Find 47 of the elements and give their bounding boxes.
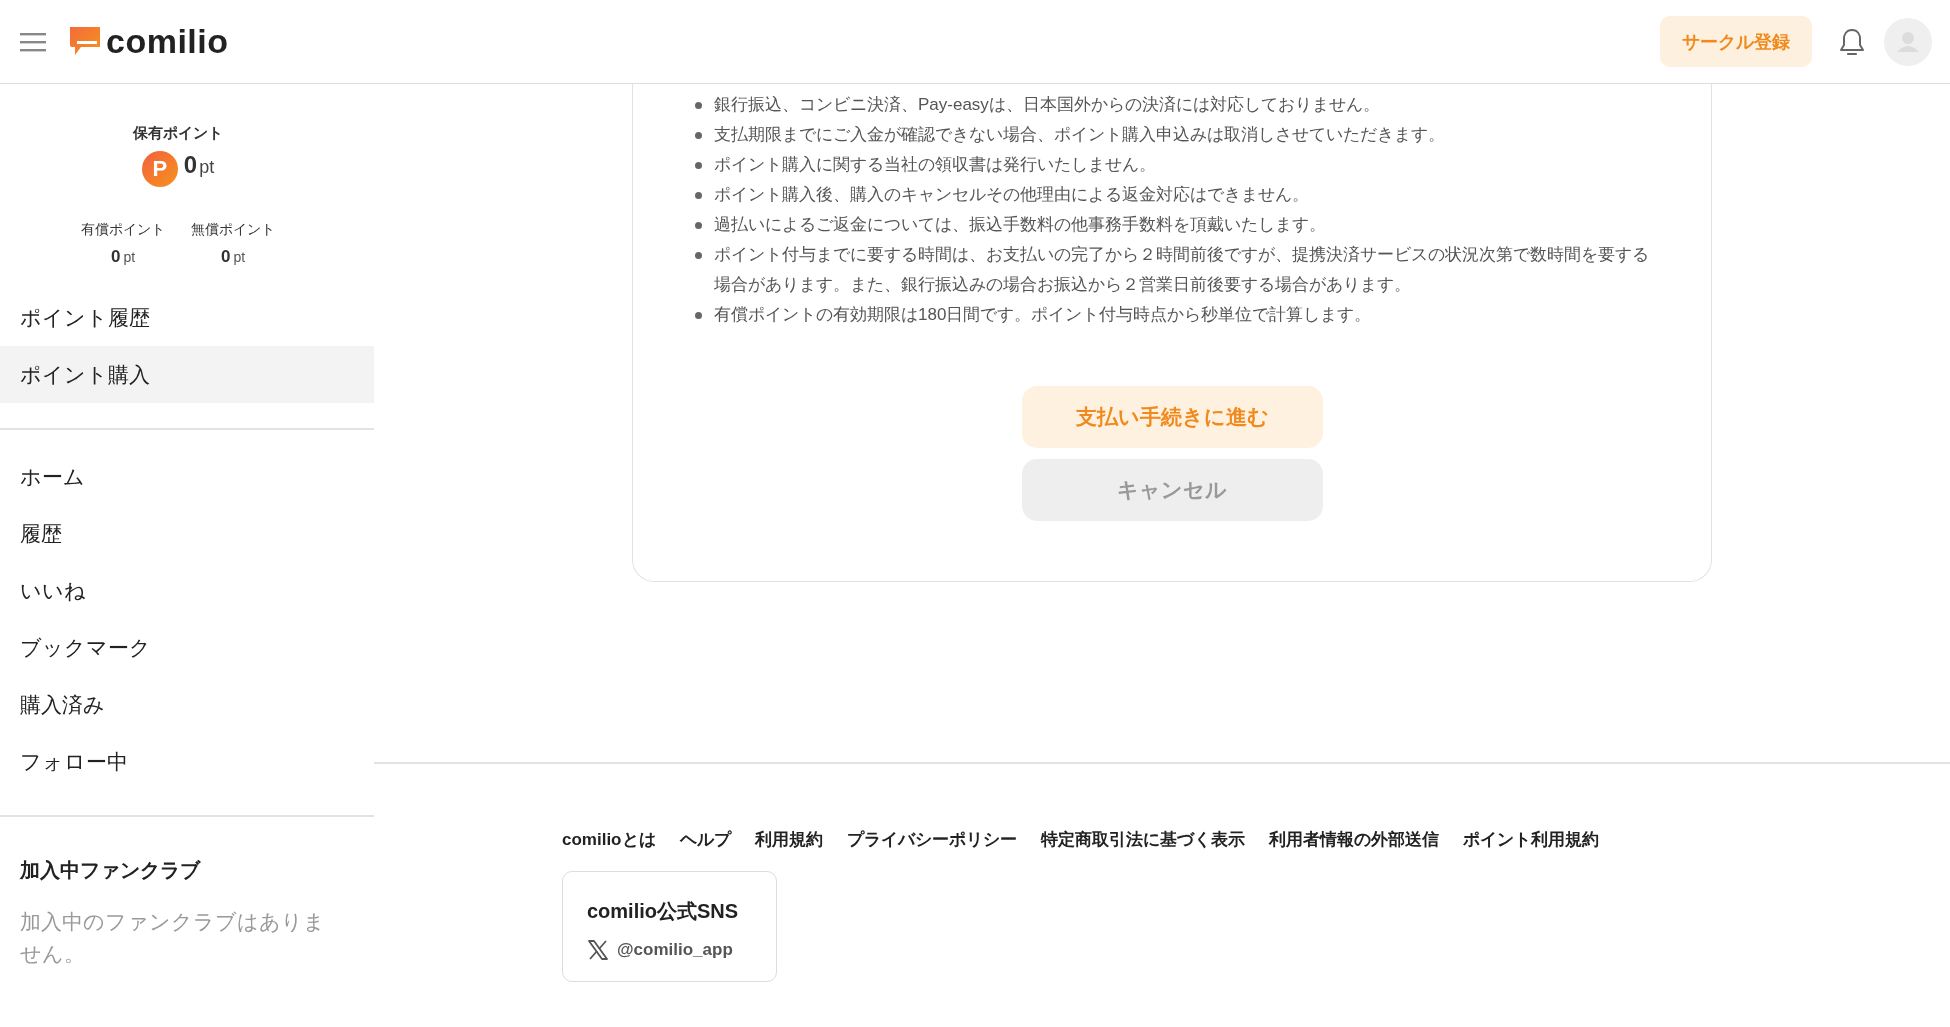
x-logo-icon (587, 939, 609, 961)
fanclub-empty-text: 加入中のファンクラブはありません。 (20, 909, 326, 967)
sidebar-item[interactable]: ホーム (0, 448, 374, 505)
sns-title: comilio公式SNS (587, 899, 740, 924)
note-text: ポイント購入後、購入のキャンセルその他理由による返金対応はできません。 (714, 184, 1309, 206)
sub-points-unit: pt (123, 249, 136, 265)
sub-points-value: 0 (110, 247, 121, 267)
note-text: 支払期限までにご入金が確認できない場合、ポイント購入申込みは取消しさせていただきます。 (714, 124, 1445, 146)
sidebar-item[interactable]: いいね (0, 562, 374, 619)
bullet-icon (695, 192, 702, 199)
sub-points-label: 無償ポイント (191, 221, 275, 239)
bullet-icon (695, 102, 702, 109)
footer-link[interactable]: 利用規約 (754, 828, 823, 851)
bullet-icon (695, 162, 702, 169)
bullet-icon (695, 222, 702, 229)
notification-bell-icon[interactable] (1838, 26, 1866, 57)
note-text: ポイント付与までに要する時間は、お支払いの完了から２時間前後ですが、提携決済サービスの状況次第で数時間を要する場合があります。また、銀行振込みの場合お振込から２営業日前後要する場合があります。 (714, 244, 1650, 296)
note-text: 銀行振込、コンビニ決済、Pay-easyは、日本国外からの決済には対応しておりません。 (714, 94, 1380, 116)
footer-link[interactable]: プライバシーポリシー (846, 828, 1017, 851)
footer-link[interactable]: 利用者情報の外部送信 (1268, 828, 1439, 851)
sub-points-value: 0 (220, 247, 231, 267)
note-text: ポイント購入に関する当社の領収書は発行いたしません。 (714, 154, 1156, 176)
sidebar-item[interactable]: フォロー中 (0, 733, 374, 790)
note-text: 過払いによるご返金については、振込手数料の他事務手数料を頂戴いたします。 (714, 214, 1326, 236)
sidebar-item[interactable]: 購入済み (0, 676, 374, 733)
footer-link[interactable]: ポイント利用規約 (1462, 828, 1599, 851)
sub-points-unit: pt (233, 249, 246, 265)
sidebar-item[interactable]: 履歴 (0, 505, 374, 562)
sub-points-label: 有償ポイント (81, 221, 165, 239)
fanclub-heading: 加入中ファンクラブ (20, 858, 202, 883)
points-unit: pt (199, 157, 215, 178)
menu-icon[interactable] (20, 31, 46, 52)
bullet-icon (695, 252, 702, 259)
bullet-icon (695, 132, 702, 139)
sidebar-item[interactable]: ポイント履歴 (0, 289, 374, 346)
points-label: 保有ポイント (133, 124, 223, 143)
point-badge: P (141, 151, 178, 187)
bullet-icon (695, 312, 702, 319)
logo-text[interactable]: comilio (106, 22, 229, 61)
sns-handle-link[interactable]: @comilio_app (617, 940, 733, 960)
footer-link[interactable]: 特定商取引法に基づく表示 (1040, 828, 1245, 851)
footer-link[interactable]: comilioとは (562, 828, 656, 851)
sidebar-item[interactable]: ブックマーク (0, 619, 374, 676)
footer-link[interactable]: ヘルプ (679, 828, 731, 851)
sidebar-item[interactable]: ポイント購入 (0, 346, 374, 403)
points-value: 0 (183, 151, 198, 179)
note-text: 有償ポイントの有効期限は180日間です。ポイント付与時点から秒単位で計算します。 (714, 304, 1372, 326)
